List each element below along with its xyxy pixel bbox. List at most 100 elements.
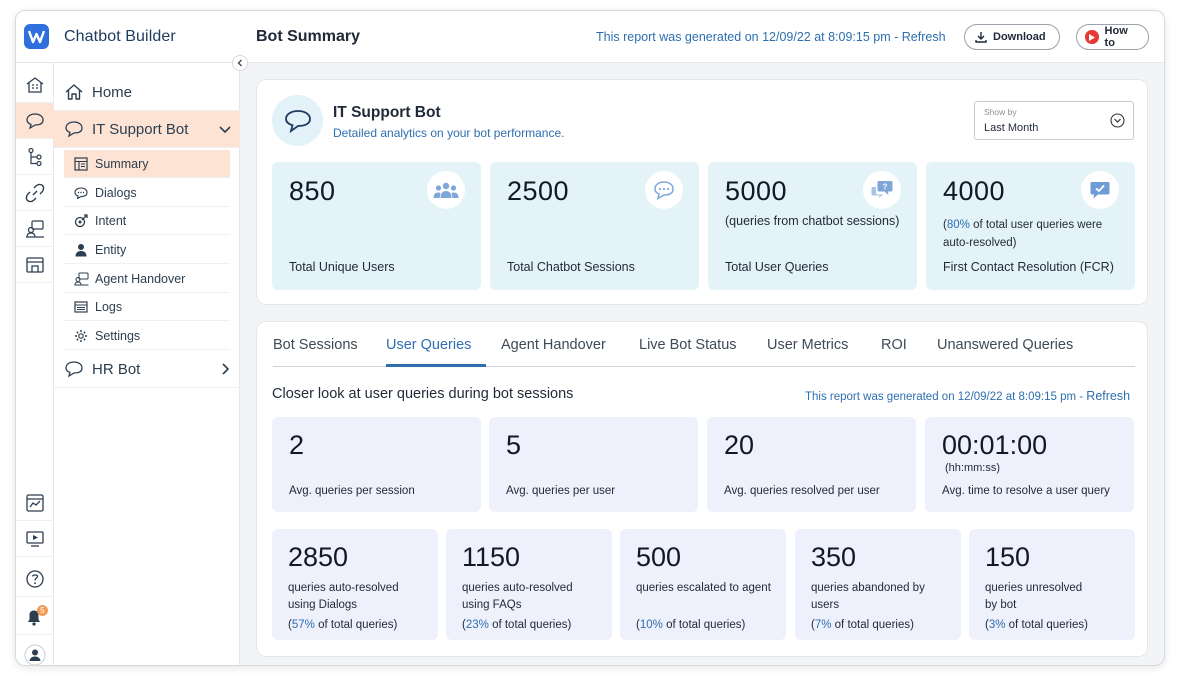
rail-agent[interactable] xyxy=(16,211,54,247)
home-icon xyxy=(65,84,83,100)
sidebar-subitem-label: Agent Handover xyxy=(95,271,186,286)
tab-user-metrics[interactable]: User Metrics xyxy=(767,337,848,353)
pct-rest: of total queries) xyxy=(831,619,914,631)
tab-bot-sessions[interactable]: Bot Sessions xyxy=(273,337,358,353)
stat-note: (queries from chatbot sessions) xyxy=(725,214,900,228)
chat-bubble-icon xyxy=(65,361,83,378)
report-generated-text: This report was generated on 12/09/22 at… xyxy=(596,30,946,44)
sidebar-subitem-label: Intent xyxy=(95,213,127,228)
rail-flow[interactable] xyxy=(16,139,54,175)
user-avatar-icon xyxy=(24,644,46,665)
logs-icon xyxy=(74,300,88,313)
rail-store[interactable] xyxy=(16,247,54,283)
notification-badge: 5 xyxy=(37,605,48,616)
chevron-down-icon xyxy=(219,126,231,134)
rail-integrations[interactable] xyxy=(16,175,54,211)
tab-user-queries[interactable]: User Queries xyxy=(386,337,471,353)
help-icon xyxy=(26,569,44,588)
sidebar-subitem-summary[interactable]: Summary xyxy=(64,150,230,178)
stat-unit: (hh:mm:ss) xyxy=(945,462,1000,474)
show-by-label: Show by xyxy=(984,107,1017,117)
analytics-card: Bot Sessions User Queries Agent Handover… xyxy=(256,321,1148,657)
sidebar-subitem-label: Entity xyxy=(95,242,127,257)
sidebar-subitem-agent-handover[interactable]: Agent Handover xyxy=(64,265,230,293)
stat-total-chatbot-sessions: 2500 Total Chatbot Sessions xyxy=(490,162,699,290)
rail-profile[interactable] xyxy=(16,637,54,665)
stat-value: 150 xyxy=(985,542,1031,572)
chat-bubble-icon xyxy=(26,112,44,129)
tab-agent-handover[interactable]: Agent Handover xyxy=(501,337,606,353)
sidebar-item-label: Home xyxy=(92,83,133,101)
rail-home[interactable] xyxy=(16,67,54,103)
sidebar-item-it-support-bot[interactable]: IT Support Bot xyxy=(54,111,240,148)
sidebar-subitem-label: Dialogs xyxy=(95,185,137,200)
pct-rest: of total queries) xyxy=(314,619,398,631)
stat-label: Avg. queries per session xyxy=(289,485,415,497)
section-title: Closer look at user queries during bot s… xyxy=(272,386,574,402)
video-icon xyxy=(26,530,44,547)
stat-value: 00:01:00 xyxy=(942,430,1048,460)
rail-tutorials[interactable] xyxy=(16,521,54,557)
tab-unanswered-queries[interactable]: Unanswered Queries xyxy=(937,337,1073,353)
stat-resolved-faqs: 1150 queries auto-resolved using FAQs (2… xyxy=(446,529,612,640)
rail-help[interactable] xyxy=(16,561,54,597)
stat-avg-time-to-resolve: 00:01:00 (hh:mm:ss) Avg. time to resolve… xyxy=(925,417,1134,512)
pct-value: 23% xyxy=(465,619,489,631)
analytics-tabs: Bot Sessions User Queries Agent Handover… xyxy=(273,322,1135,367)
show-by-select[interactable]: Show by Last Month xyxy=(974,101,1134,140)
stat-description: queries auto-resolved using FAQs xyxy=(462,582,573,611)
pct-rest: of total queries) xyxy=(662,619,746,631)
stat-note: (80% of total user queries were auto-res… xyxy=(943,216,1123,252)
agent-desk-icon xyxy=(26,219,44,238)
sidebar-subitem-label: Settings xyxy=(95,328,141,343)
intent-icon xyxy=(74,213,88,227)
sidebar-item-home[interactable]: Home xyxy=(54,74,240,111)
rail-notifications[interactable]: 5 xyxy=(16,599,54,635)
stat-avg-queries-per-session: 2 Avg. queries per session xyxy=(272,417,481,512)
sidebar-subitem-label: Summary xyxy=(95,156,149,171)
stat-value: 850 xyxy=(289,176,336,206)
tab-roi[interactable]: ROI xyxy=(881,337,907,353)
refresh-link[interactable]: Refresh xyxy=(902,30,946,44)
flow-icon xyxy=(28,147,42,166)
chevron-right-icon xyxy=(222,363,230,375)
sidebar-subitem-dialogs[interactable]: Dialogs xyxy=(64,179,230,207)
stat-percent: (3% of total queries) xyxy=(985,619,1088,631)
sidebar-subitem-logs[interactable]: Logs xyxy=(64,293,230,321)
top-bar: Chatbot Builder Bot Summary This report … xyxy=(16,11,1164,63)
app-window: Chatbot Builder Bot Summary This report … xyxy=(15,10,1165,666)
link-icon xyxy=(25,183,45,202)
download-button[interactable]: Download xyxy=(964,24,1060,50)
entity-person-icon xyxy=(75,243,87,256)
stat-description: queries escalated to agent xyxy=(636,582,771,594)
question-chat-icon: ? xyxy=(863,171,901,209)
active-tab-indicator xyxy=(386,364,486,367)
stat-label: Avg. time to resolve a user query xyxy=(942,485,1110,497)
rail-bots[interactable] xyxy=(16,103,54,139)
rail-reports[interactable] xyxy=(16,485,54,521)
chevron-left-icon xyxy=(237,59,242,67)
pct-rest: of total queries) xyxy=(488,619,572,631)
bot-overview-card: IT Support Bot Detailed analytics on you… xyxy=(256,79,1148,305)
tab-live-bot-status[interactable]: Live Bot Status xyxy=(639,337,737,353)
svg-text:?: ? xyxy=(883,183,888,192)
refresh-link[interactable]: Refresh xyxy=(1086,389,1130,403)
stat-percent: (23% of total queries) xyxy=(462,619,571,631)
sidebar-item-hr-bot[interactable]: HR Bot xyxy=(54,351,240,388)
page-title: Bot Summary xyxy=(256,28,361,45)
report-timestamp: This report was generated on 12/09/22 at… xyxy=(596,30,902,44)
sidebar-subitem-entity[interactable]: Entity xyxy=(64,236,230,264)
pct-rest: of total queries) xyxy=(1005,619,1088,631)
stat-value: 5000 xyxy=(725,176,788,206)
chat-bubble-icon xyxy=(284,109,311,133)
how-to-button[interactable]: How to xyxy=(1076,24,1149,50)
stat-total-user-queries: 5000 ? (queries from chatbot sessions) T… xyxy=(708,162,917,290)
sidebar-collapse-button[interactable] xyxy=(232,55,248,71)
sidebar-subitem-settings[interactable]: Settings xyxy=(64,322,230,350)
report-chart-icon xyxy=(26,493,44,512)
stat-abandoned-by-users: 350 queries abandoned by users (7% of to… xyxy=(795,529,961,640)
stat-description: queries auto-resolved using Dialogs xyxy=(288,582,399,611)
app-logo[interactable] xyxy=(24,24,49,49)
sidebar-subitem-intent[interactable]: Intent xyxy=(64,207,230,235)
download-label: Download xyxy=(993,31,1046,43)
